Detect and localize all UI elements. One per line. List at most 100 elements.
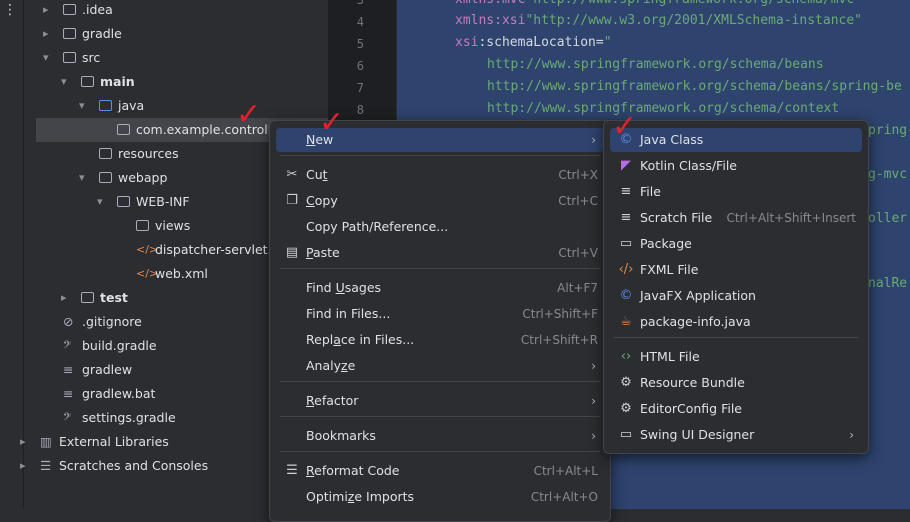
tree-item[interactable]: ▸ gradle <box>24 22 328 46</box>
menu-separator <box>614 337 858 338</box>
menu-item-label: Reformat Code <box>306 463 400 478</box>
reformat-icon: ☰ <box>286 463 298 478</box>
mnemonic-letter: z <box>341 358 348 373</box>
code-name: xsi <box>501 13 526 28</box>
code-line: g-mvc. <box>868 167 910 182</box>
code-value: "http://www.w3.org/2001/XMLSchema-instan… <box>525 13 862 28</box>
menu-item-cut[interactable]: ✂ Cut Ctrl+X <box>276 163 604 187</box>
menu-item-shortcut: Ctrl+Alt+Shift+Insert <box>726 211 856 225</box>
tree-item-label: main <box>100 74 135 89</box>
code-value: " <box>603 35 612 50</box>
xml-icon: </> <box>136 243 159 256</box>
tree-item-label: gradlew <box>82 362 133 377</box>
tree-item[interactable]: ▾ java <box>24 94 328 118</box>
menu-item-label: HTML File <box>640 349 700 364</box>
tree-item[interactable]: ▾ src <box>24 46 328 70</box>
expand-arrow-icon[interactable]: ▾ <box>61 70 67 94</box>
new-html-file[interactable]: ‹› HTML File <box>610 345 862 369</box>
menu-separator <box>280 416 600 417</box>
code-value: nalRe <box>868 276 908 291</box>
menu-item-label: Resource Bundle <box>640 375 745 390</box>
tree-item-label: .gitignore <box>82 314 142 329</box>
new-fxml-file[interactable]: ‹/› FXML File <box>610 258 862 282</box>
scissors-icon: ✂ <box>286 167 298 182</box>
menu-item-label: FXML File <box>640 262 699 277</box>
file-icon: ≡ <box>620 184 632 199</box>
more-options-icon[interactable]: ⋮ <box>3 2 18 18</box>
menu-item-analyze[interactable]: Analyze › <box>276 354 604 378</box>
tree-item-label: resources <box>118 146 179 161</box>
folder-icon <box>99 172 112 183</box>
expand-arrow-icon[interactable]: ▾ <box>43 46 49 70</box>
menu-item-label: Swing UI Designer <box>640 427 755 442</box>
new-package[interactable]: ▭ Package <box>610 232 862 256</box>
line-number: 3 <box>356 0 364 7</box>
scratch-file-icon: ≡ <box>620 210 632 225</box>
code-line: xmlns:xsi"http://www.w3.org/2001/XMLSche… <box>455 13 862 28</box>
code-attr: xmlns: <box>455 0 502 7</box>
tree-item-label: java <box>118 98 145 113</box>
code-line: xmlns:mvc"http://www.springframework.org… <box>455 0 862 7</box>
context-menu: New › ✂ Cut Ctrl+X ❐ Copy Ctrl+C Copy Path/Refer… <box>269 120 611 522</box>
new-javafx-application[interactable]: © JavaFX Application <box>610 284 862 308</box>
menu-item-find-usages[interactable]: Find Usages Alt+F7 <box>276 276 604 300</box>
mnemonic-letter: R <box>306 393 315 408</box>
tree-item[interactable]: ▸ .idea <box>24 0 328 22</box>
menu-item-replace-in-files[interactable]: Replace in Files... Ctrl+Shift+R <box>276 328 604 352</box>
expand-arrow-icon[interactable]: ▸ <box>61 286 67 310</box>
resources-folder-icon <box>99 148 112 159</box>
new-kotlin-class-file[interactable]: ◤ Kotlin Class/File <box>610 154 862 178</box>
code-line: nalRe <box>868 276 907 291</box>
menu-item-paste[interactable]: ▤ Paste Ctrl+V <box>276 241 604 265</box>
menu-separator <box>280 381 600 382</box>
menu-item-refactor[interactable]: Refactor › <box>276 389 604 413</box>
tree-item-label: test <box>100 290 128 305</box>
code-attr: xsi <box>455 35 479 50</box>
expand-arrow-icon[interactable]: ▸ <box>20 430 26 454</box>
line-number: 8 <box>356 103 364 117</box>
folder-icon <box>81 76 94 87</box>
expand-arrow-icon[interactable]: ▾ <box>79 94 85 118</box>
expand-arrow-icon[interactable]: ▸ <box>20 454 26 478</box>
gradle-icon: 𝄢 <box>63 338 72 353</box>
menu-item-copy[interactable]: ❐ Copy Ctrl+C <box>276 189 604 213</box>
new-file[interactable]: ≡ File <box>610 180 862 204</box>
tree-item-label: dispatcher-servlet.x <box>155 242 279 257</box>
expand-arrow-icon[interactable]: ▸ <box>43 0 49 22</box>
code-line: http://www.springframework.org/schema/be… <box>487 57 824 72</box>
menu-item-label: JavaFX Application <box>640 288 756 303</box>
expand-arrow-icon[interactable]: ▸ <box>43 22 49 46</box>
menu-item-label: Find in Files... <box>306 306 391 321</box>
submenu-arrow-icon: › <box>591 133 596 147</box>
menu-item-optimize-imports[interactable]: Optimize Imports Ctrl+Alt+O <box>276 485 604 509</box>
new-editorconfig-file[interactable]: ⚙ EditorConfig File <box>610 397 862 421</box>
new-scratch-file[interactable]: ≡ Scratch File Ctrl+Alt+Shift+Insert <box>610 206 862 230</box>
code-value: "http://www.springframework.org/schema/m… <box>525 0 862 7</box>
tree-item[interactable]: ▾ main <box>24 70 328 94</box>
menu-item-label: Copy <box>306 193 338 208</box>
menu-item-label: Paste <box>306 245 340 260</box>
expand-arrow-icon[interactable]: ▾ <box>97 190 103 214</box>
folder-icon <box>63 28 76 39</box>
new-submenu: © Java Class ◤ Kotlin Class/File ≡ File ≡ Scrat… <box>603 120 869 454</box>
new-swing-ui-designer[interactable]: ▭ Swing UI Designer › <box>610 423 862 447</box>
new-package-info-java[interactable]: ☕ package-info.java <box>610 310 862 334</box>
source-folder-icon <box>99 100 112 111</box>
menu-item-shortcut: Ctrl+V <box>558 246 598 260</box>
menu-item-copy-path-reference[interactable]: Copy Path/Reference... <box>276 215 604 239</box>
new-resource-bundle[interactable]: ⚙ Resource Bundle <box>610 371 862 395</box>
javafx-icon: © <box>619 288 633 303</box>
mnemonic-letter: N <box>306 132 316 147</box>
package-info-icon: ☕ <box>620 314 632 329</box>
menu-item-reformat-code[interactable]: ☰ Reformat Code Ctrl+Alt+L <box>276 459 604 483</box>
new-java-class[interactable]: © Java Class <box>610 128 862 152</box>
menu-item-bookmarks[interactable]: Bookmarks › <box>276 424 604 448</box>
menu-item-find-in-files[interactable]: Find in Files... Ctrl+Shift+F <box>276 302 604 326</box>
code-value: http://www.springframework.org/schema/be… <box>487 79 902 94</box>
menu-item-label: Package <box>640 236 692 251</box>
menu-separator <box>280 451 600 452</box>
paste-icon: ▤ <box>285 245 299 260</box>
library-icon: ▥ <box>40 434 52 449</box>
expand-arrow-icon[interactable]: ▾ <box>79 166 85 190</box>
mnemonic-letter: C <box>306 193 315 208</box>
